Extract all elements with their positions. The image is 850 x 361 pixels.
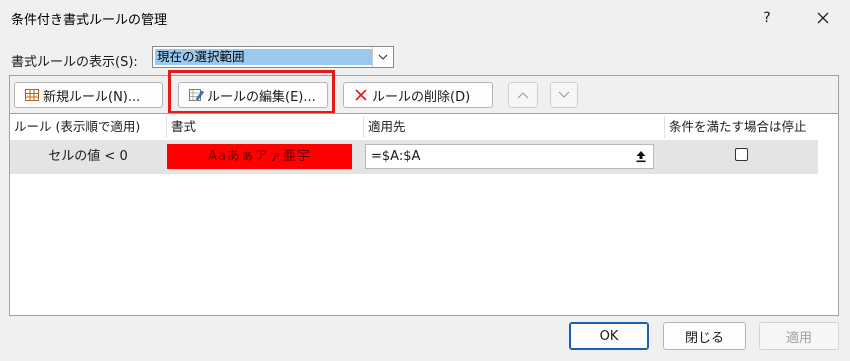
help-button[interactable]: ? [749,3,785,33]
applies-to-value: =$A:$A [371,149,421,164]
apply-button[interactable]: 適用 [759,322,839,350]
format-preview: Aaあぁアァ亜宇 [167,144,352,169]
delete-rule-label: ルールの削除(D) [372,89,471,105]
applies-to-field[interactable]: =$A:$A [365,144,654,169]
chevron-down-icon[interactable] [372,47,393,67]
stop-if-true-checkbox[interactable] [735,148,748,161]
collapse-dialog-icon[interactable] [633,148,649,164]
delete-rule-button[interactable]: ルールの削除(D) [343,82,493,108]
dialog-title: 条件付き書式ルールの管理 [11,13,168,28]
delete-x-icon [353,87,369,103]
chevron-up-icon [517,92,529,99]
scope-selected-value: 現在の選択範囲 [155,49,373,65]
rule-condition: セルの値 < 0 [48,149,128,164]
rules-toolbar: 新規ルール(N)... ルールの編集(E)... ルールの削除(D) [9,75,839,113]
header-rule: ルール (表示順で適用) [14,119,141,134]
show-rules-label: 書式ルールの表示(S): [11,55,138,70]
header-stop-if-true: 条件を満たす場合は停止 [669,119,807,134]
chevron-down-icon [558,91,570,98]
close-button[interactable]: 閉じる [663,322,746,350]
move-down-button[interactable] [550,82,578,108]
close-icon[interactable] [803,3,843,33]
table-grid-icon [24,87,40,103]
rules-grid: ルール (表示順で適用) 書式 適用先 条件を満たす場合は停止 セルの値 < 0… [9,113,839,316]
rule-row[interactable]: セルの値 < 0 Aaあぁアァ亜宇 =$A:$A [10,140,818,174]
move-up-button[interactable] [508,82,538,108]
header-applies-to: 適用先 [368,119,406,134]
edit-rule-highlight [168,70,335,114]
header-format: 書式 [171,119,197,134]
scope-dropdown[interactable]: 現在の選択範囲 [152,46,394,68]
new-rule-button[interactable]: 新規ルール(N)... [14,82,163,108]
new-rule-label: 新規ルール(N)... [43,89,141,105]
ok-button[interactable]: OK [569,322,649,350]
